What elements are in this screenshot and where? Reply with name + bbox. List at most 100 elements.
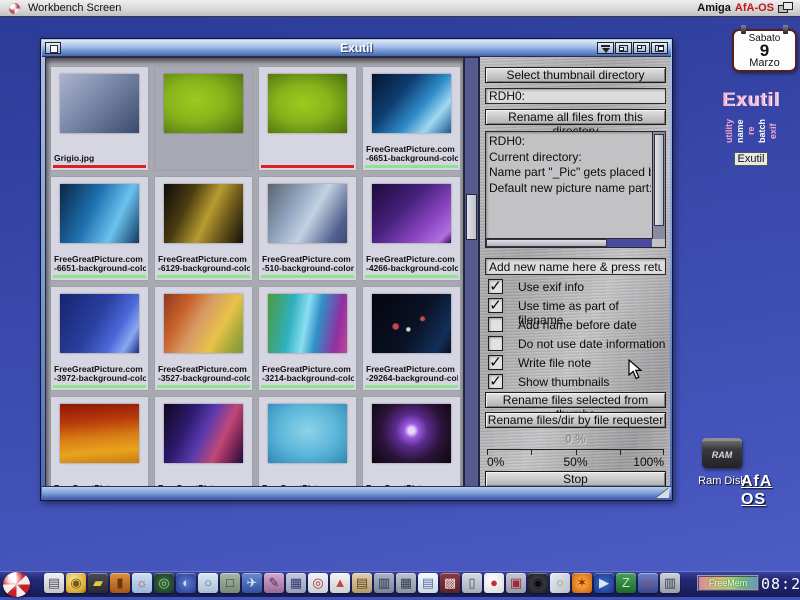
exutil-word: name [736,113,745,149]
resize-gadget-icon[interactable] [656,488,669,498]
calendar-widget[interactable]: Sabato 9 Marzo [732,29,797,72]
thumbnail-cell[interactable] [155,67,252,170]
emblem-icon[interactable]: ◎ [154,573,174,593]
checkbox-box[interactable] [488,336,503,351]
status-underline [53,165,146,168]
checkbox-box[interactable]: ✓ [488,374,503,389]
thumbnail-cell[interactable]: Grigio.jpg [51,67,148,170]
scrollbar-thumb[interactable] [466,194,477,240]
mountain-icon[interactable]: ▲ [330,573,350,593]
thumbnail-cell[interactable]: FreeGreatPicture.com-3527-background-col… [155,287,252,390]
directory-field[interactable] [485,88,666,104]
checkbox-add-name-before-date[interactable]: Add name before date [485,317,666,335]
snapshot-gadget-icon[interactable] [615,42,632,54]
thumbnail-grid: Grigio.jpg FreeGreatPicture.com-6651-bac… [51,67,463,488]
info-vertical-scrollbar[interactable] [652,132,665,239]
exutil-word: re [747,113,756,149]
plane-icon[interactable]: ✈ [242,573,262,593]
package-icon[interactable]: ▣ [506,573,526,593]
thumbnail-cell[interactable]: FreeGreatPicture.com-3972-background-col… [51,287,148,390]
typewriter-icon[interactable]: ▥ [374,573,394,593]
printer-icon[interactable]: ▥ [660,573,680,593]
play-icon[interactable]: ▶ [594,573,614,593]
vinyl-icon[interactable]: ◉ [528,573,548,593]
thumbnail-cell[interactable]: FreeGreatPicture.com [259,397,356,488]
checkbox-box[interactable] [488,317,503,332]
status-underline [261,165,354,168]
thumbnail-cell[interactable]: FreeGreatPicture.com-29264-background-co… [363,287,460,390]
scrollbar-thumb[interactable] [654,134,664,226]
thumbnail-cell[interactable]: FreeGreatPicture.com-3214-background-col… [259,287,356,390]
checkbox-box[interactable]: ✓ [488,298,503,313]
new-name-input[interactable] [485,258,666,275]
rename-requester-button[interactable]: Rename files/dir by file requester [485,412,666,428]
fire-icon[interactable]: ✶ [572,573,592,593]
briefcase-icon[interactable]: ▮ [110,573,130,593]
globe-icon[interactable]: ◐ [176,573,196,593]
thumbnail-cell[interactable]: FreeGreatPicture.com [155,397,252,488]
exutil-word: batch [758,113,767,149]
gold-disc-icon[interactable]: ◉ [66,573,86,593]
ball-icon[interactable]: ● [484,573,504,593]
screen-icon[interactable]: □ [638,573,658,593]
afa-os-label: AfA OS [741,473,800,509]
status-underline [365,275,458,278]
info-line: Name part "_Pic" gets placed beh [489,165,651,181]
zoom-gadget-icon[interactable] [633,42,650,54]
file-icon[interactable]: ▤ [44,573,64,593]
iconify-gadget-icon[interactable] [597,42,614,54]
checkbox-use-time[interactable]: ✓Use time as part of filename [485,298,666,316]
desktop-icon-exutil[interactable]: Exutil utility name re batch exif Exutil [706,90,796,167]
thumb-filename: Grigio.jpg [54,154,146,163]
scrollbar-thumb[interactable] [486,239,607,247]
thumbnail-cell[interactable]: FreeGreatPicture.com-6129-background-col… [155,177,252,280]
thumbnail-image [60,74,139,133]
thumbnail-cell[interactable]: FreeGreatPicture.com [51,397,148,488]
freemem-gauge: FreeMem [697,575,759,591]
cards-icon[interactable]: ▤ [352,573,372,593]
select-thumbnail-directory-button[interactable]: Select thumbnail directory [485,67,666,83]
stop-button[interactable]: Stop [485,471,666,487]
brand-afa-os: AfA-OS [735,2,774,14]
checkbox-label: Add name before date [518,318,637,332]
trashcan-icon[interactable]: ▯ [462,573,482,593]
zone-icon[interactable]: Z [616,573,636,593]
thumbnail-image [372,294,451,353]
info-horizontal-scrollbar[interactable] [486,238,652,247]
status-underline [53,275,146,278]
monitor-icon[interactable]: □ [220,573,240,593]
thumbnail-cell[interactable]: FreeGreatPicture.com-510-background-colo… [259,177,356,280]
rename-selected-button[interactable]: Rename files selected from thumbs [485,392,666,408]
magnifier-icon[interactable]: ○ [198,573,218,593]
checkbox-box[interactable]: ✓ [488,279,503,294]
depth-gadget-icon[interactable] [651,42,668,54]
thumbnail-cell[interactable]: FreeGreatPicture.com-6651-background-col… [51,177,148,280]
scale-label-100: 100% [633,455,664,469]
thumbnail-cell[interactable] [259,67,356,170]
thumbnail-cell[interactable]: FreeGreatPicture.com [363,397,460,488]
notepad-icon[interactable]: ▤ [418,573,438,593]
info-listview[interactable]: RDH0: Current directory: Name part "_Pic… [485,131,666,248]
rename-all-files-button[interactable]: Rename all files from this directory [485,109,666,125]
window-titlebar[interactable]: Exutil [42,40,671,57]
checkbox-no-date-information[interactable]: Do not use date information [485,336,666,354]
checkbox-use-exif-info[interactable]: ✓Use exif info [485,279,666,297]
paint-icon[interactable]: ✎ [264,573,284,593]
picture-icon[interactable]: ☼ [132,573,152,593]
thumbnail-scrollbar[interactable] [464,57,479,488]
thumbnail-cell[interactable]: FreeGreatPicture.com-6651-background-col… [363,67,460,170]
painting-icon[interactable]: ▩ [440,573,460,593]
progress-scale: 0% 50% 100% [487,446,664,468]
windows-icon[interactable]: ▦ [286,573,306,593]
thumbnail-image [372,404,451,463]
screen-depth-gadget[interactable] [778,2,795,14]
thumbnail-cell[interactable]: FreeGreatPicture.com-4266-background-col… [363,177,460,280]
target-icon[interactable]: ◎ [308,573,328,593]
thumbnail-image [60,184,139,243]
checkbox-box[interactable]: ✓ [488,355,503,370]
status-underline [53,385,146,388]
cd-icon[interactable]: ○ [550,573,570,593]
folder-icon[interactable]: ▰ [88,573,108,593]
boing-ball-dock-icon[interactable] [3,572,30,597]
window-grid-icon[interactable]: ▦ [396,573,416,593]
